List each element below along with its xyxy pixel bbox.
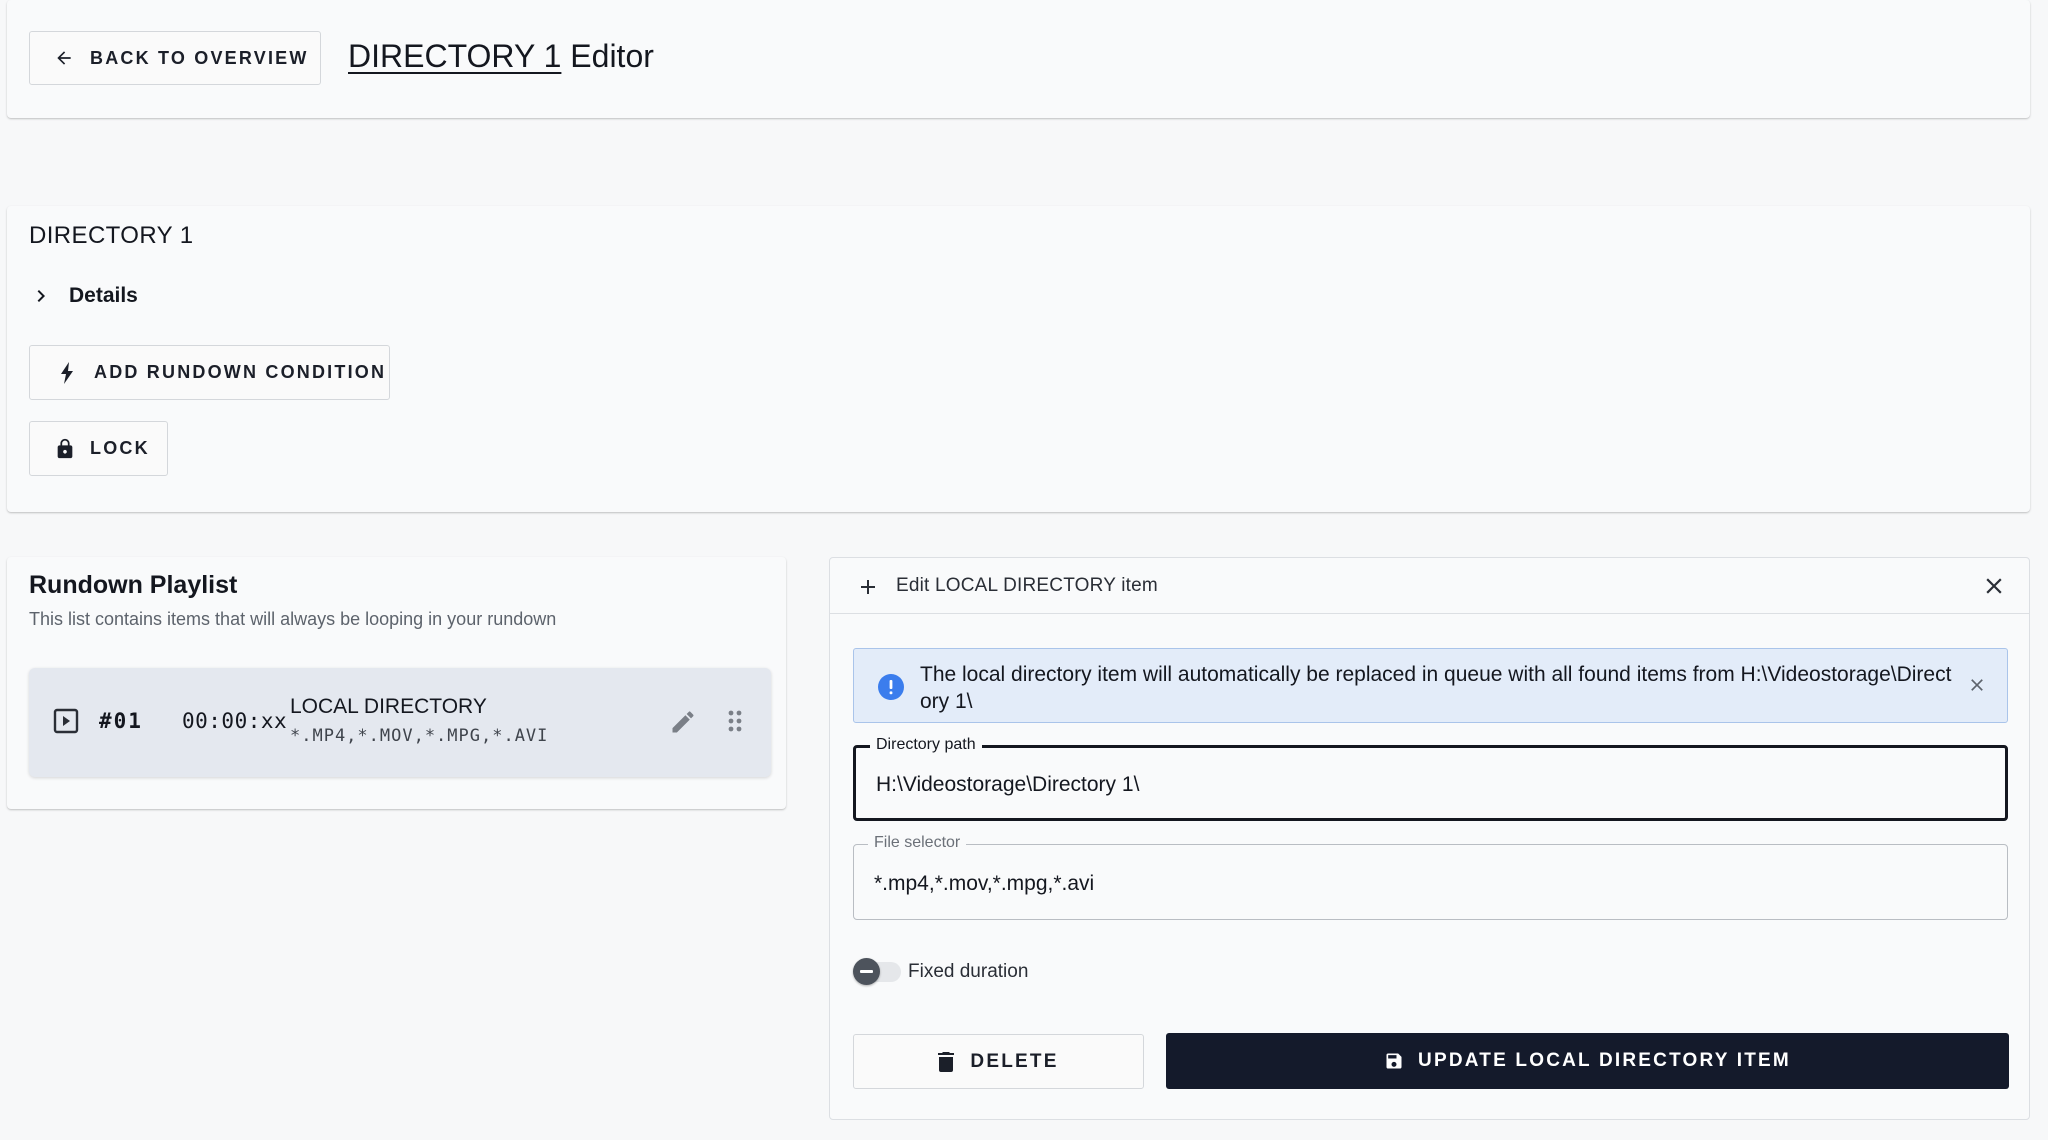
- rundown-playlist-card: Rundown Playlist This list contains item…: [7, 557, 786, 809]
- playlist-item-name: LOCAL DIRECTORY: [290, 695, 487, 718]
- pencil-icon[interactable]: [669, 708, 697, 736]
- file-selector-field: File selector: [853, 834, 2008, 920]
- playlist-item[interactable]: #01 00:00:xx LOCAL DIRECTORY *.MP4,*.MOV…: [29, 668, 771, 777]
- details-label: Details: [69, 284, 138, 307]
- lock-icon: [57, 438, 73, 458]
- toggle-track[interactable]: [853, 958, 901, 985]
- details-expander[interactable]: Details: [29, 284, 138, 308]
- floppy-disk-icon: [1386, 1053, 1402, 1069]
- rundown-playlist-title: Rundown Playlist: [29, 571, 238, 599]
- directory-path-input[interactable]: [856, 748, 2005, 818]
- playlist-item-duration: 00:00:xx: [182, 709, 288, 733]
- delete-button[interactable]: DELETE: [853, 1034, 1144, 1089]
- directory-path-label: Directory path: [870, 736, 982, 754]
- update-label: UPDATE LOCAL DIRECTORY ITEM: [1418, 1050, 1791, 1071]
- edit-panel-title: Edit LOCAL DIRECTORY item: [896, 575, 1158, 596]
- lock-button[interactable]: LOCK: [29, 421, 168, 476]
- trash-icon: [938, 1051, 955, 1072]
- info-alert-text: The local directory item will automatica…: [920, 663, 1952, 713]
- arrow-left-icon: [57, 51, 71, 65]
- rundown-playlist-subtitle: This list contains items that will alway…: [29, 609, 557, 629]
- plus-icon: [861, 580, 875, 594]
- update-local-directory-item-button[interactable]: UPDATE LOCAL DIRECTORY ITEM: [1166, 1033, 2009, 1089]
- playlist-item-filter: *.MP4,*.MOV,*.MPG,*.AVI: [290, 726, 549, 746]
- drag-handle-icon[interactable]: [723, 708, 747, 734]
- add-rundown-condition-label: ADD RUNDOWN CONDITION: [94, 362, 387, 382]
- toggle-knob[interactable]: [853, 958, 880, 985]
- info-icon: [878, 674, 904, 700]
- fixed-duration-label: Fixed duration: [908, 961, 1029, 982]
- file-selector-input[interactable]: [854, 845, 2007, 919]
- play-box-icon[interactable]: [53, 708, 79, 734]
- close-icon[interactable]: [1967, 675, 1987, 695]
- directory-card: DIRECTORY 1 Details ADD RUNDOWN CONDITIO…: [7, 206, 2030, 512]
- back-to-overview-label: BACK TO OVERVIEW: [90, 47, 309, 68]
- page-title-suffix: Editor: [561, 38, 654, 74]
- page-title-directory-link[interactable]: DIRECTORY 1: [348, 38, 561, 74]
- editor-header: BACK TO OVERVIEW DIRECTORY 1 Editor: [7, 0, 2030, 118]
- delete-label: DELETE: [970, 1050, 1059, 1072]
- playlist-item-number: #01: [99, 709, 143, 733]
- file-selector-label: File selector: [868, 834, 967, 852]
- directory-path-field: Directory path: [853, 736, 2008, 821]
- back-to-overview-button[interactable]: BACK TO OVERVIEW: [29, 31, 321, 85]
- lightning-icon: [61, 361, 73, 384]
- lock-label: LOCK: [90, 438, 150, 458]
- close-icon[interactable]: [1981, 573, 2007, 599]
- page-title: DIRECTORY 1 Editor: [348, 38, 654, 75]
- edit-panel-header: Edit LOCAL DIRECTORY item: [830, 558, 2029, 614]
- add-rundown-condition-button[interactable]: ADD RUNDOWN CONDITION: [29, 345, 390, 400]
- fixed-duration-toggle[interactable]: Fixed duration: [853, 958, 1029, 985]
- info-alert: The local directory item will automatica…: [853, 648, 2008, 723]
- chevron-right-icon: [37, 290, 45, 302]
- edit-item-panel: Edit LOCAL DIRECTORY item The local dire…: [829, 557, 2030, 1120]
- directory-title: DIRECTORY 1: [29, 222, 194, 249]
